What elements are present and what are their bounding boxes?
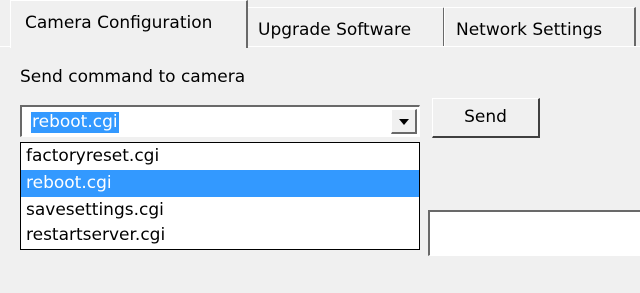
command-dropdown-list: factoryreset.cgi reboot.cgi savesettings… bbox=[20, 142, 420, 250]
dropdown-option[interactable]: restartserver.cgi bbox=[21, 222, 419, 249]
send-command-label: Send command to camera bbox=[20, 67, 246, 87]
dropdown-option[interactable]: savesettings.cgi bbox=[21, 197, 419, 224]
triangle-down-icon bbox=[399, 119, 409, 125]
tab-label: Upgrade Software bbox=[258, 20, 412, 40]
response-text-field[interactable] bbox=[428, 210, 640, 256]
dropdown-arrow-button[interactable] bbox=[391, 109, 417, 134]
dropdown-option[interactable]: factoryreset.cgi bbox=[21, 143, 419, 170]
dialog-window: Camera Configuration Upgrade Software Ne… bbox=[0, 0, 640, 293]
tab-strip: Camera Configuration Upgrade Software Ne… bbox=[0, 0, 640, 48]
tab-upgrade-software[interactable]: Upgrade Software bbox=[247, 7, 445, 47]
command-combobox[interactable]: reboot.cgi bbox=[20, 105, 420, 137]
tab-camera-configuration[interactable]: Camera Configuration bbox=[10, 0, 248, 48]
tab-label: Camera Configuration bbox=[25, 13, 213, 33]
tab-label: Network Settings bbox=[456, 20, 603, 40]
dropdown-option-selected[interactable]: reboot.cgi bbox=[21, 170, 419, 197]
tab-network-settings[interactable]: Network Settings bbox=[444, 7, 636, 47]
send-button[interactable]: Send bbox=[432, 98, 540, 138]
combobox-selected-value: reboot.cgi bbox=[31, 112, 119, 133]
